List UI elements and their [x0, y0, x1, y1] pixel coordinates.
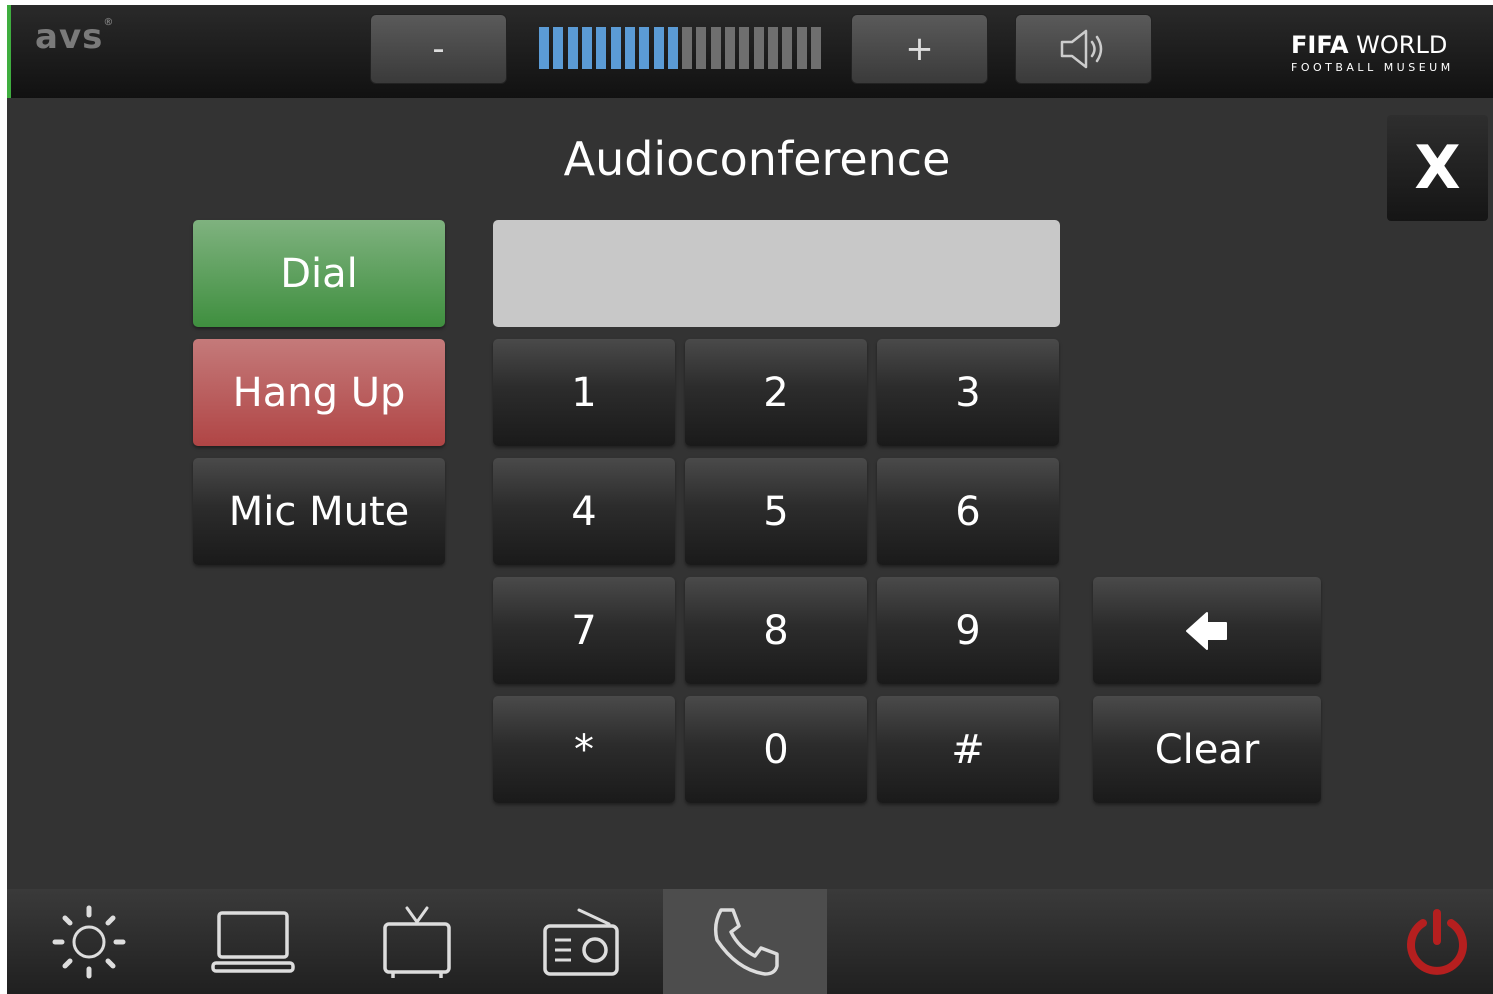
key-hash[interactable]: #	[877, 696, 1059, 803]
power-icon	[1407, 909, 1467, 975]
hang-up-button[interactable]: Hang Up	[193, 339, 445, 446]
volume-segment	[753, 27, 764, 69]
volume-down-button[interactable]: -	[370, 14, 507, 84]
volume-segment	[667, 27, 678, 69]
dial-label: Dial	[280, 250, 358, 297]
volume-segment	[624, 27, 635, 69]
nav-phone[interactable]	[663, 889, 827, 994]
key-5[interactable]: 5	[685, 458, 867, 565]
avs-logo: avs®	[35, 17, 115, 57]
volume-segment	[639, 27, 650, 69]
volume-up-label: +	[905, 29, 934, 69]
mic-mute-label: Mic Mute	[228, 488, 410, 535]
volume-up-button[interactable]: +	[851, 14, 988, 84]
volume-segment	[610, 27, 621, 69]
backspace-button[interactable]	[1093, 577, 1321, 684]
nav-lighting[interactable]	[7, 889, 171, 994]
key-7[interactable]: 7	[493, 577, 675, 684]
dial-number-field[interactable]	[493, 220, 1060, 327]
volume-segment	[567, 27, 578, 69]
key-8[interactable]: 8	[685, 577, 867, 684]
key-label: 5	[763, 488, 789, 535]
key-label: 2	[763, 369, 789, 416]
key-label: *	[574, 726, 594, 773]
volume-segment	[696, 27, 707, 69]
key-label: 0	[763, 726, 789, 773]
close-label: X	[1414, 133, 1461, 203]
key-label: 7	[571, 607, 597, 654]
key-9[interactable]: 9	[877, 577, 1059, 684]
volume-segment	[682, 27, 693, 69]
key-label: #	[951, 726, 985, 773]
brand-subtitle: FOOTBALL MUSEUM	[1291, 61, 1454, 74]
key-star[interactable]: *	[493, 696, 675, 803]
volume-segment	[739, 27, 750, 69]
mute-speaker-button[interactable]	[1015, 14, 1152, 84]
volume-meter	[539, 27, 821, 69]
clear-button[interactable]: Clear	[1093, 696, 1321, 803]
nav-radio[interactable]	[499, 889, 663, 994]
key-0[interactable]: 0	[685, 696, 867, 803]
arrow-left-icon	[1186, 611, 1227, 650]
volume-segment	[782, 27, 793, 69]
key-label: 8	[763, 607, 789, 654]
dial-button[interactable]: Dial	[193, 220, 445, 327]
nav-tv[interactable]	[335, 889, 499, 994]
brand-title: FIFA WORLD	[1291, 31, 1448, 59]
volume-segment	[596, 27, 607, 69]
key-label: 9	[955, 607, 981, 654]
volume-segment	[725, 27, 736, 69]
key-1[interactable]: 1	[493, 339, 675, 446]
volume-segment	[796, 27, 807, 69]
speaker-icon	[1060, 29, 1102, 69]
tv-icon	[383, 906, 451, 978]
volume-segment	[810, 27, 821, 69]
key-2[interactable]: 2	[685, 339, 867, 446]
touch-panel: avs® - + FIFA WORLD FOOTBALL MUSEUM Audi…	[7, 5, 1493, 994]
volume-segment	[768, 27, 778, 69]
key-label: 1	[571, 369, 597, 416]
volume-segment	[710, 27, 721, 69]
clear-label: Clear	[1154, 726, 1260, 773]
nav-laptop[interactable]	[171, 889, 335, 994]
key-6[interactable]: 6	[877, 458, 1059, 565]
volume-segment	[581, 27, 592, 69]
key-label: 4	[571, 488, 597, 535]
volume-segment	[553, 27, 564, 69]
brightness-icon	[52, 905, 126, 978]
key-4[interactable]: 4	[493, 458, 675, 565]
fifa-museum-logo: FIFA WORLD FOOTBALL MUSEUM	[1291, 31, 1454, 74]
radio-icon	[543, 908, 619, 976]
close-button[interactable]: X	[1387, 115, 1488, 221]
page-title: Audioconference	[563, 132, 951, 186]
laptop-icon	[211, 910, 295, 973]
volume-down-label: -	[432, 29, 445, 69]
key-label: 6	[955, 488, 981, 535]
bottom-nav-bar	[7, 889, 1493, 994]
top-bar: avs® - + FIFA WORLD FOOTBALL MUSEUM	[7, 5, 1493, 98]
volume-segment	[653, 27, 664, 69]
mic-mute-button[interactable]: Mic Mute	[193, 458, 445, 565]
phone-icon	[713, 907, 779, 976]
hang-up-label: Hang Up	[232, 369, 406, 416]
volume-segment	[539, 27, 549, 69]
key-label: 3	[955, 369, 981, 416]
power-button[interactable]	[1392, 901, 1482, 985]
key-3[interactable]: 3	[877, 339, 1059, 446]
